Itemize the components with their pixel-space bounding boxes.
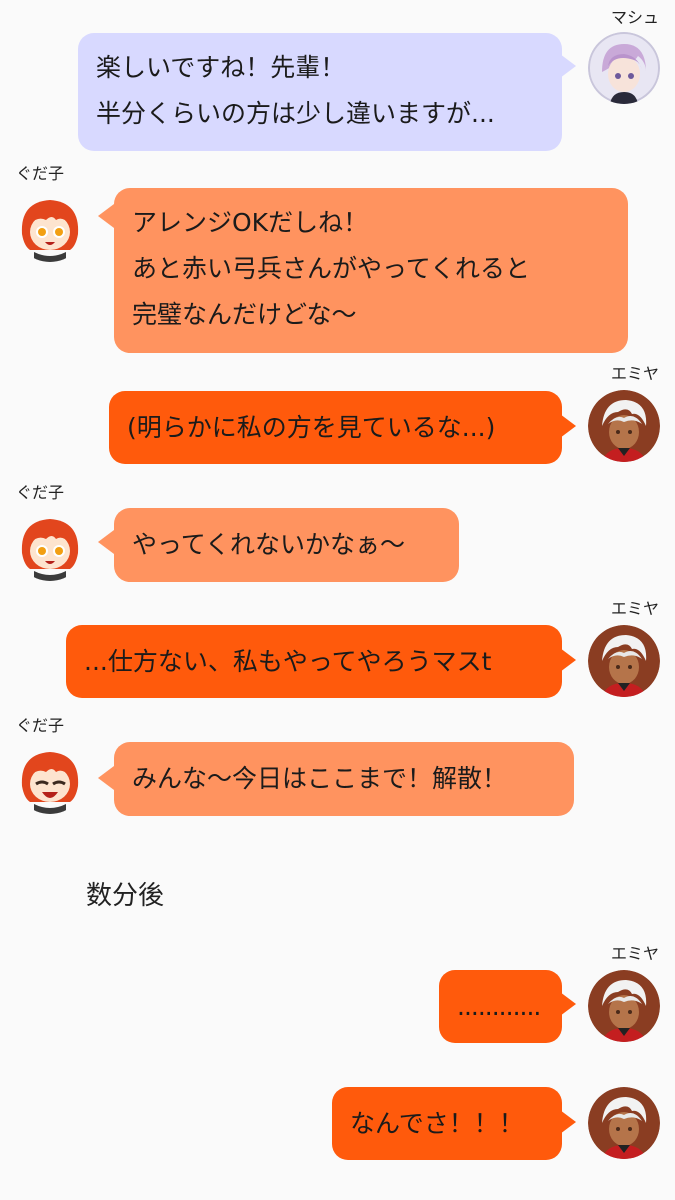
gudako-avatar-icon[interactable] xyxy=(14,742,86,814)
message-line: あと赤い弓兵さんがやってくれると xyxy=(132,254,531,283)
emiya-avatar-icon[interactable] xyxy=(588,970,660,1042)
message-line: 完璧なんだけどな〜 xyxy=(132,300,357,329)
speaker-name: エミヤ xyxy=(610,944,659,963)
message-bubble: みんな〜今日はここまで！解散！ xyxy=(114,742,574,816)
message-line: 楽しいですね！先輩！ xyxy=(96,53,346,82)
speaker-name: エミヤ xyxy=(610,364,659,383)
message-bubble: (明らかに私の方を見ているな...) xyxy=(109,391,562,464)
message-line: なんでさ！！！ xyxy=(350,1109,524,1138)
message-line: 半分くらいの方は少し違いますが... xyxy=(96,99,495,128)
speaker-name: ぐだ子 xyxy=(16,716,65,735)
message-bubble: やってくれないかなぁ〜 xyxy=(114,508,459,582)
message-line: ...仕方ない、私もやってやろうマスt xyxy=(84,647,492,676)
message-line: (明らかに私の方を見ているな...) xyxy=(127,413,496,442)
speaker-name: ぐだ子 xyxy=(16,483,65,502)
emiya-avatar-icon[interactable] xyxy=(588,390,660,462)
message-bubble: ...仕方ない、私もやってやろうマスt xyxy=(66,625,562,698)
message-bubble: ............ xyxy=(439,970,562,1043)
message-line: アレンジOKだしね！ xyxy=(132,208,369,237)
message-line: みんな〜今日はここまで！解散！ xyxy=(132,764,508,793)
speaker-name: マシュ xyxy=(610,8,659,27)
mash-avatar-icon[interactable] xyxy=(588,32,660,104)
gudako-avatar-icon[interactable] xyxy=(14,190,86,262)
speaker-name: エミヤ xyxy=(610,599,659,618)
message-line: ............ xyxy=(457,992,541,1021)
emiya-avatar-icon[interactable] xyxy=(588,625,660,697)
emiya-avatar-icon[interactable] xyxy=(588,1087,660,1159)
message-bubble: なんでさ！！！ xyxy=(332,1087,562,1160)
narration-text: 数分後 xyxy=(86,881,165,911)
speaker-name: ぐだ子 xyxy=(16,164,65,183)
message-bubble: アレンジOKだしね！ あと赤い弓兵さんがやってくれると 完璧なんだけどな〜 xyxy=(114,188,628,353)
message-line: やってくれないかなぁ〜 xyxy=(132,530,406,559)
gudako-avatar-icon[interactable] xyxy=(14,509,86,581)
message-bubble: 楽しいですね！先輩！ 半分くらいの方は少し違いますが... xyxy=(78,33,562,151)
